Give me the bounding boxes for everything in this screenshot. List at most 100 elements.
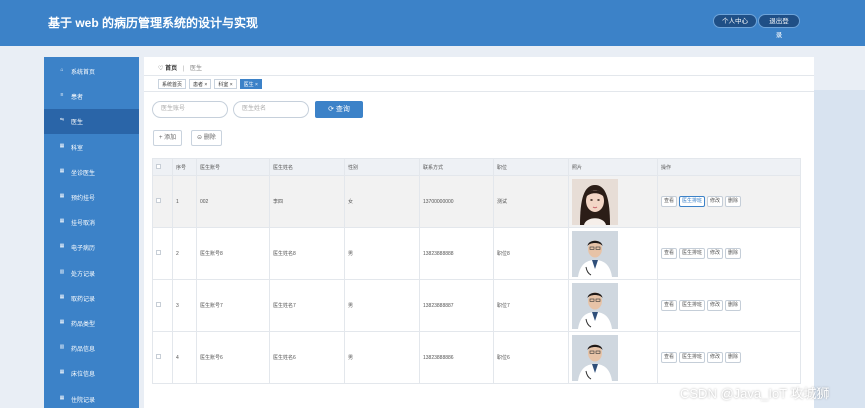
sidebar-item[interactable]: ▥ 处方记录: [44, 261, 139, 286]
sidebar-item[interactable]: ▦ 药品类型: [44, 311, 139, 336]
breadcrumb-home[interactable]: 首页: [165, 66, 177, 72]
sidebar-item[interactable]: ▦ 取药记录: [44, 286, 139, 311]
position-cell: 测试: [493, 175, 569, 228]
doctor-name-input[interactable]: 医生姓名: [233, 101, 309, 118]
delete-button[interactable]: ⊝ 删除: [191, 130, 222, 146]
sidebar-item[interactable]: ≡ 患者: [44, 84, 139, 109]
sidebar-item-label: 药品信息: [71, 347, 96, 354]
heart-icon: ♡: [158, 66, 164, 72]
column-header: 序号: [172, 158, 197, 176]
select-all-checkbox[interactable]: [156, 163, 161, 169]
grid-icon: ▦: [59, 293, 65, 300]
table-row[interactable]: 3 医生账号7 医生姓名7 男 13823888887 职位7 查看 医生排班 修改 删除: [152, 279, 801, 332]
doctor-photo: [572, 178, 654, 225]
search-button-label: 查询: [335, 106, 350, 113]
photo-cell: [568, 331, 658, 384]
delete-row-button[interactable]: 删除: [725, 248, 742, 259]
tab[interactable]: 患者 ×: [189, 79, 212, 89]
profile-button[interactable]: 个人中心: [713, 14, 757, 28]
index-cell: 3: [172, 279, 197, 332]
operations-cell: 查看 医生排班 修改 删除: [657, 279, 801, 332]
doctor-table: 序号 医生账号 医生姓名 性别 联系方式 职位 照片 操作 1 002 李四女 1370000000…: [152, 158, 801, 384]
sidebar-item-label: 取药记录: [71, 296, 96, 303]
search-button[interactable]: ⟳ 查询: [315, 101, 363, 118]
grid-icon: ▦: [59, 142, 65, 149]
tab[interactable]: 系统首页: [158, 79, 187, 89]
column-header: 联系方式: [419, 158, 494, 176]
grid-icon: ▦: [59, 319, 65, 325]
edit-button[interactable]: 修改: [707, 248, 724, 259]
sidebar-item[interactable]: ▦ 住院记录: [44, 387, 139, 408]
doctor-account-input[interactable]: 医生账号: [152, 101, 228, 118]
row-checkbox[interactable]: [156, 354, 161, 359]
tab[interactable]: 科室 ×: [214, 79, 237, 89]
tab-bar: 系统首页 患者 × 科室 × 医生 ×: [158, 79, 262, 89]
column-header: 照片: [568, 158, 658, 176]
sidebar-item[interactable]: ▦ 预约挂号: [44, 185, 139, 210]
view-button[interactable]: 查看: [661, 300, 678, 311]
sidebar: ⌂ 系统首页 ≡ 患者 ⇋ 医生 ▦ 科室 ▦ 坐诊医生 ▦ 预约挂号 ▦ 挂号取消 ▦ 电子病历 ▥ 处方记录 ▦…: [44, 57, 139, 408]
grid-icon: ▦: [59, 167, 65, 174]
view-button[interactable]: 查看: [661, 352, 678, 363]
row-checkbox[interactable]: [156, 302, 161, 307]
sidebar-item-label: 系统首页: [71, 70, 96, 76]
top-header: 基于 web 的病历管理系统的设计与实现 个人中心 退出登录: [0, 0, 865, 46]
sidebar-item[interactable]: ▦ 科室: [44, 135, 139, 160]
account-cell: 医生账号8: [196, 227, 270, 280]
account-cell: 医生账号6: [196, 331, 270, 384]
edit-button[interactable]: 修改: [707, 352, 724, 363]
row-checkbox[interactable]: [156, 250, 161, 255]
checkbox-cell: [152, 331, 173, 384]
logout-button[interactable]: 退出登录: [758, 14, 800, 39]
sidebar-item[interactable]: ▦ 床位信息: [44, 361, 139, 386]
list-icon: ≡: [60, 92, 64, 99]
schedule-button[interactable]: 医生排班: [679, 248, 706, 259]
delete-row-button[interactable]: 删除: [725, 196, 742, 207]
gender-cell: 男: [344, 227, 420, 280]
account-cell: 002: [196, 175, 270, 228]
sidebar-item-label: 坐诊医生: [71, 170, 96, 177]
position-cell: 职位7: [493, 279, 569, 332]
delete-row-button[interactable]: 删除: [725, 300, 742, 311]
schedule-button[interactable]: 医生排班: [679, 300, 706, 311]
column-header: [152, 158, 173, 176]
sidebar-item[interactable]: ▦ 坐诊医生: [44, 160, 139, 185]
table-row[interactable]: 4 医生账号6 医生姓名6 男 13823888886 职位6 查看 医生排班 修改 删除: [152, 331, 801, 384]
account-cell: 医生账号7: [196, 279, 270, 332]
schedule-button[interactable]: 医生排班: [679, 352, 706, 363]
sidebar-item[interactable]: ▦ 电子病历: [44, 235, 139, 260]
operations-cell: 查看 医生排班 修改 删除: [657, 227, 801, 280]
position-cell: 职位8: [493, 227, 569, 280]
column-header: 操作: [657, 158, 801, 176]
table-row[interactable]: 1 002 李四女 13700000000 测试 查看 医生排班 修改 删除: [152, 175, 801, 228]
home-icon: ⌂: [60, 67, 64, 73]
gender-cell: 男: [344, 279, 420, 332]
doctor-photo: [572, 230, 654, 277]
sidebar-item-label: 电子病历: [71, 246, 96, 253]
edit-button[interactable]: 修改: [707, 300, 724, 311]
sidebar-item-label: 床位信息: [71, 372, 96, 379]
schedule-button[interactable]: 医生排班: [679, 196, 706, 207]
sidebar-item[interactable]: ▥ 药品信息: [44, 336, 139, 361]
sidebar-item[interactable]: ▦ 挂号取消: [44, 210, 139, 235]
grid-icon: ▦: [59, 218, 65, 225]
sidebar-item-label: 药品类型: [71, 322, 96, 328]
sidebar-item[interactable]: ⌂ 系统首页: [44, 59, 139, 84]
view-button[interactable]: 查看: [661, 248, 678, 259]
name-cell: 医生姓名8: [269, 227, 345, 280]
row-checkbox[interactable]: [156, 198, 161, 203]
grid-icon: ▦: [59, 243, 65, 250]
grid-icon: ▦: [59, 369, 65, 376]
edit-button[interactable]: 修改: [707, 196, 724, 207]
grid-icon: ▦: [59, 394, 65, 401]
divider: [144, 75, 814, 76]
view-button[interactable]: 查看: [661, 196, 678, 207]
position-cell: 职位6: [493, 331, 569, 384]
phone-cell: 13823888887: [419, 279, 494, 332]
sidebar-item[interactable]: ⇋ 医生: [44, 109, 139, 135]
table-row[interactable]: 2 医生账号8 医生姓名8 男 13823888888 职位8 查看 医生排班 修改 删除: [152, 227, 801, 280]
tab[interactable]: 医生 ×: [239, 79, 262, 89]
sidebar-item-label: 挂号取消: [71, 221, 96, 228]
add-button[interactable]: + 添加: [153, 130, 183, 146]
delete-row-button[interactable]: 删除: [725, 352, 742, 363]
